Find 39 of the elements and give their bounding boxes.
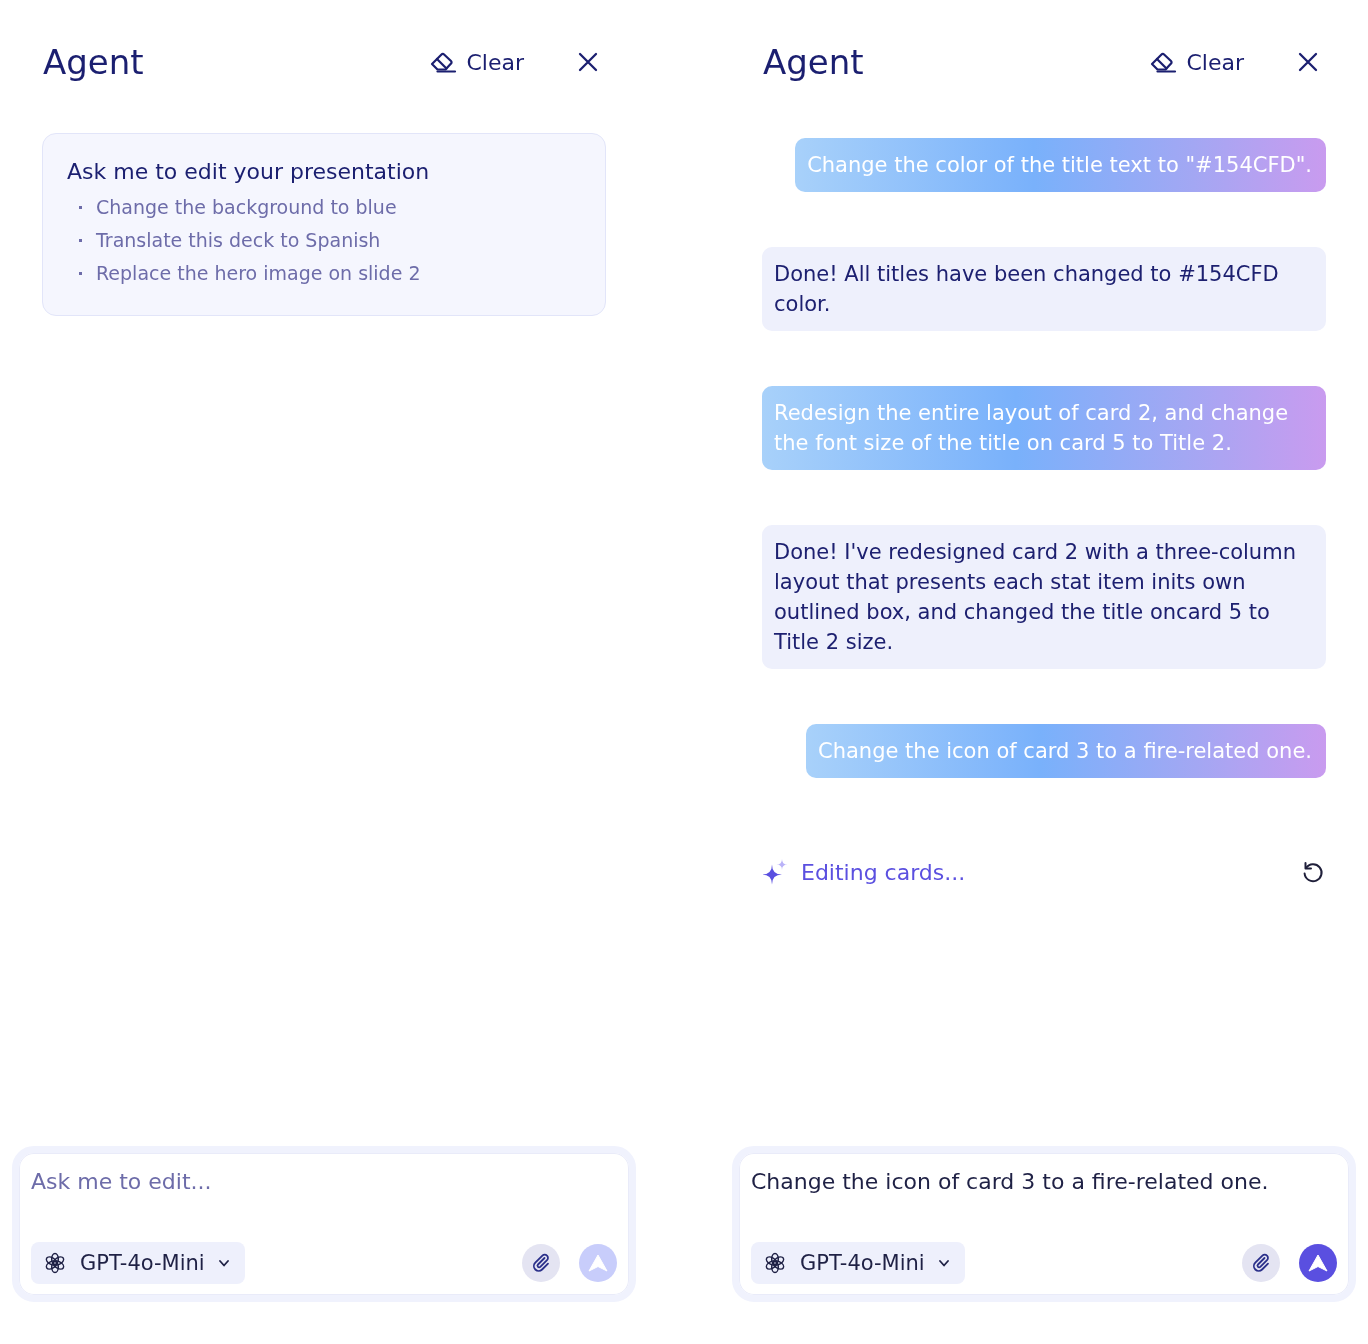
bullet-icon <box>79 272 82 275</box>
message-input[interactable]: Ask me to edit... <box>31 1165 617 1242</box>
clear-button[interactable]: Clear <box>1150 49 1244 75</box>
card-title: Ask me to edit your presentation <box>67 158 431 186</box>
composer-box[interactable]: Ask me to edit... GPT-4o-Mini <box>12 1146 636 1302</box>
user-message: Change the icon of card 3 to a fire-related one. <box>806 724 1326 778</box>
model-selector[interactable]: GPT-4o-Mini <box>31 1242 245 1284</box>
flower-icon <box>764 1252 786 1274</box>
suggestion-item: Translate this deck to Spanish <box>96 228 381 253</box>
bullet-icon <box>79 239 82 242</box>
user-message: Redesign the entire layout of card 2, and change the font size of the title on card 5 to Title 2. <box>762 386 1326 470</box>
model-selector[interactable]: GPT-4o-Mini <box>751 1242 965 1284</box>
user-message: Change the color of the title text to "#154CFD". <box>795 138 1326 192</box>
paperclip-icon <box>1251 1253 1271 1273</box>
composer-box[interactable]: Change the icon of card 3 to a fire-related one. GPT-4o-Mini <box>732 1146 1356 1302</box>
close-icon <box>578 52 598 72</box>
attach-button[interactable] <box>522 1244 560 1282</box>
send-button[interactable] <box>1299 1244 1337 1282</box>
status-text: Editing cards... <box>801 859 966 885</box>
assistant-message: Done! I've redesigned card 2 with a three-column layout that presents each stat item inits own outlined box, and changed the title oncard 5 to Title 2 size. <box>762 525 1326 669</box>
suggestion-item: Replace the hero image on slide 2 <box>96 261 421 286</box>
flower-icon <box>44 1252 66 1274</box>
eraser-icon <box>1150 51 1179 73</box>
arrowhead-icon <box>1308 1254 1328 1272</box>
message-input[interactable]: Change the icon of card 3 to a fire-related one. <box>751 1165 1337 1242</box>
paperclip-icon <box>531 1253 551 1273</box>
refresh-icon <box>1301 860 1325 884</box>
close-icon <box>1298 52 1318 72</box>
panel-title: Agent <box>43 41 144 84</box>
chevron-down-icon <box>218 1259 229 1267</box>
suggestion-item: Change the background to blue <box>96 195 397 220</box>
attach-button[interactable] <box>1242 1244 1280 1282</box>
clear-button[interactable]: Clear <box>430 49 524 75</box>
assistant-message: Done! All titles have been changed to #154CFD color. <box>762 247 1326 331</box>
bullet-icon <box>79 206 82 209</box>
arrowhead-icon <box>588 1254 608 1272</box>
eraser-icon <box>430 51 459 73</box>
panel-title: Agent <box>763 41 864 84</box>
chevron-down-icon <box>938 1259 949 1267</box>
